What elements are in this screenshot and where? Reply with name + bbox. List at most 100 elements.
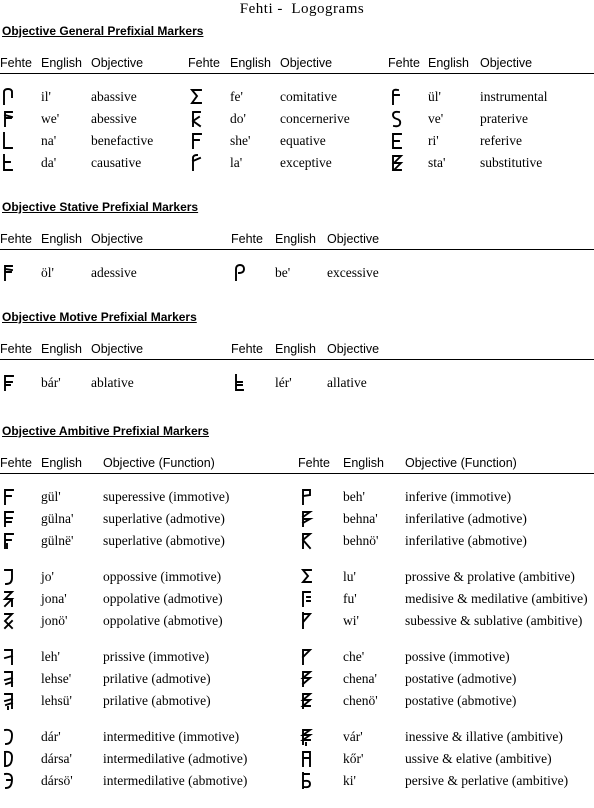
spacer-cell	[91, 250, 231, 263]
cell-fehte-glyph	[0, 646, 41, 668]
col-header-english-2: English	[343, 454, 405, 474]
cell-fehte-glyph	[298, 770, 343, 792]
table-row: da' causative la' exceptive sta' substitutive	[0, 152, 594, 174]
cell-objective: equative	[280, 133, 326, 148]
cell-english: che'	[343, 649, 365, 664]
spacer-cell	[327, 250, 594, 263]
we-glyph	[0, 109, 18, 129]
heading-spacer	[0, 40, 594, 54]
sections-container: Objective General Prefixial Markers Fehte…	[0, 22, 594, 792]
behna-glyph	[298, 509, 316, 529]
cell-objective: medisive & medilative (ambitive)	[405, 591, 588, 606]
guel-glyph	[0, 487, 18, 507]
cell-english: jo'	[41, 569, 54, 584]
da-glyph	[0, 153, 18, 173]
ler-glyph	[231, 373, 249, 393]
cell-english: da'	[41, 155, 57, 170]
il-glyph	[0, 87, 18, 107]
cell-fehte-glyph	[0, 726, 41, 748]
cell-english	[41, 552, 103, 566]
cell-fehte-glyph	[298, 508, 343, 530]
cell-objective	[103, 712, 298, 726]
table-row: jona' oppolative (admotive) fu' medisive & …	[0, 588, 594, 610]
table-row: leh' prissive (immotive) che' possive (immo…	[0, 646, 594, 668]
cell-objective: possive (immotive)	[405, 649, 510, 664]
cell-objective: superlative (abmotive)	[103, 533, 225, 548]
bar-glyph	[0, 373, 18, 393]
cell-english	[41, 632, 103, 646]
spacer-cell	[275, 360, 327, 373]
cell-objective	[405, 552, 594, 566]
col-header-objective-2: Objective	[327, 230, 594, 250]
spacer-cell	[41, 250, 91, 263]
cell-english: chena'	[343, 671, 377, 686]
cell-objective: exceptive	[280, 155, 332, 170]
table-row: bár' ablative lér' allative	[0, 372, 594, 394]
cell-objective	[103, 632, 298, 646]
cell-fehte-glyph	[0, 712, 41, 726]
cell-english: gülna'	[41, 511, 74, 526]
fu-glyph	[298, 589, 316, 609]
cell-objective: instrumental	[480, 89, 548, 104]
cell-fehte-glyph	[188, 108, 230, 130]
cell-english: bár'	[41, 375, 61, 390]
section-heading-stative: Objective Stative Prefixial Markers	[2, 200, 199, 214]
col-header-english-1: English	[41, 454, 103, 474]
che-glyph	[298, 647, 316, 667]
cell-objective: benefactive	[91, 133, 154, 148]
cell-objective: postative (admotive)	[405, 671, 517, 686]
header-rule-spacer	[0, 250, 594, 263]
spacer-cell	[0, 474, 41, 487]
cell-english: dársö'	[41, 773, 73, 788]
header-rule-spacer	[0, 74, 594, 87]
col-header-fehte-1: Fehte	[0, 230, 41, 250]
cell-fehte-glyph	[0, 530, 41, 552]
lehse-glyph	[0, 669, 18, 689]
cell-objective: inferilative (admotive)	[405, 511, 527, 526]
oel-glyph	[0, 263, 18, 283]
cell-english: gülnë'	[41, 533, 74, 548]
do-glyph	[188, 109, 206, 129]
cell-objective: comitative	[280, 89, 337, 104]
cell-objective: intermeditive (immotive)	[103, 729, 240, 744]
guelnee-glyph	[0, 531, 18, 551]
cell-english: ri'	[428, 133, 439, 148]
cell-fehte-glyph	[0, 690, 41, 712]
col-header-english-3: English	[428, 54, 480, 74]
header-rule-spacer	[0, 474, 594, 487]
sta-glyph	[388, 153, 406, 173]
table-row: jo' oppossive (immotive) lu' prossive & pro…	[0, 566, 594, 588]
cell-objective: superlative (admotive)	[103, 511, 225, 526]
cell-fehte-glyph	[0, 566, 41, 588]
cell-fehte-glyph	[388, 130, 428, 152]
table-row: jonö' oppolative (abmotive) wi' subessive &…	[0, 610, 594, 632]
heading-spacer	[0, 440, 594, 454]
cell-english: gül'	[41, 489, 61, 504]
cell-objective: praterive	[480, 111, 528, 126]
ve-glyph	[388, 109, 406, 129]
col-header-objective-1: Objective	[91, 340, 231, 360]
table-motive: Fehte English Objective Fehte English Objecti…	[0, 340, 594, 394]
col-header-fehte-2: Fehte	[188, 54, 230, 74]
cell-fehte-glyph	[0, 130, 41, 152]
table-header-row: Fehte English Objective Fehte English Objecti…	[0, 230, 594, 250]
spacer-cell	[405, 474, 594, 487]
cell-objective: prossive & prolative (ambitive)	[405, 569, 575, 584]
section-heading-ambitive: Objective Ambitive Prefixial Markers	[2, 424, 209, 438]
spacer-cell	[480, 74, 594, 87]
col-header-fehte-2: Fehte	[231, 230, 275, 250]
uel-glyph	[388, 87, 406, 107]
guelna-glyph	[0, 509, 18, 529]
spacer-cell	[428, 74, 480, 87]
cell-fehte-glyph	[298, 486, 343, 508]
cell-english: lu'	[343, 569, 356, 584]
cell-fehte-glyph	[188, 130, 230, 152]
cell-objective: abassive	[91, 89, 137, 104]
table-row: gülnë' superlative (abmotive) behnö' inferi…	[0, 530, 594, 552]
cell-english: jonö'	[41, 613, 68, 628]
cell-fehte-glyph	[0, 486, 41, 508]
darsoe-glyph	[0, 771, 18, 791]
cell-english	[343, 552, 405, 566]
cell-english: dársa'	[41, 751, 72, 766]
